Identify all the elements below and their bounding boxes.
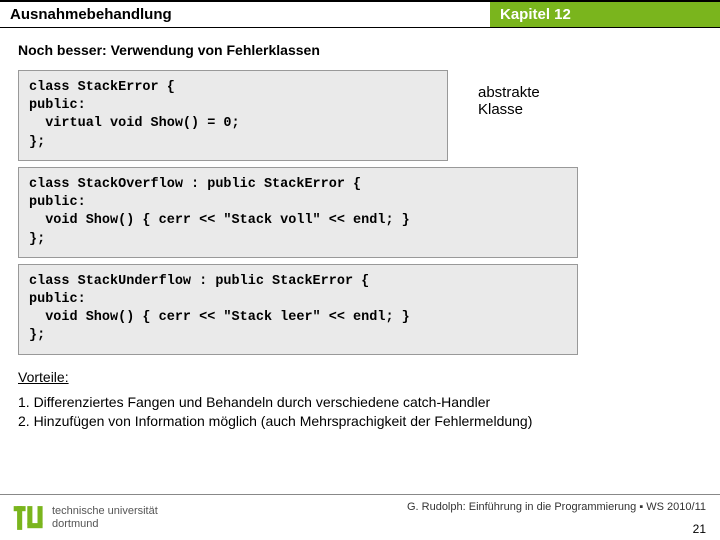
slide-title: Ausnahmebehandlung: [0, 0, 490, 28]
page-number: 21: [693, 522, 706, 536]
subtitle: Noch besser: Verwendung von Fehlerklasse…: [18, 42, 702, 58]
code-block-2: class StackOverflow : public StackError …: [18, 167, 578, 258]
footer: technische universität dortmund G. Rudol…: [0, 494, 720, 540]
university-logo: technische universität dortmund: [12, 501, 158, 535]
code-block-1: class StackError { public: virtual void …: [18, 70, 448, 161]
slide-content: Noch besser: Verwendung von Fehlerklasse…: [0, 28, 720, 430]
code-row-1: class StackError { public: virtual void …: [18, 70, 702, 161]
annotation-abstract: abstrakte Klasse: [478, 84, 540, 118]
uni-line1: technische universität: [52, 505, 158, 517]
university-name: technische universität dortmund: [52, 505, 158, 529]
advantages-heading: Vorteile:: [18, 369, 702, 385]
uni-line2: dortmund: [52, 518, 158, 530]
chapter-label: Kapitel 12: [490, 0, 720, 28]
code-block-3: class StackUnderflow : public StackError…: [18, 264, 578, 355]
tu-logo-icon: [12, 501, 46, 535]
header-bar: Ausnahmebehandlung Kapitel 12: [0, 0, 720, 28]
credit-line: G. Rudolph: Einführung in die Programmie…: [407, 501, 706, 513]
advantages-list: 1. Differenziertes Fangen und Behandeln …: [18, 393, 702, 431]
